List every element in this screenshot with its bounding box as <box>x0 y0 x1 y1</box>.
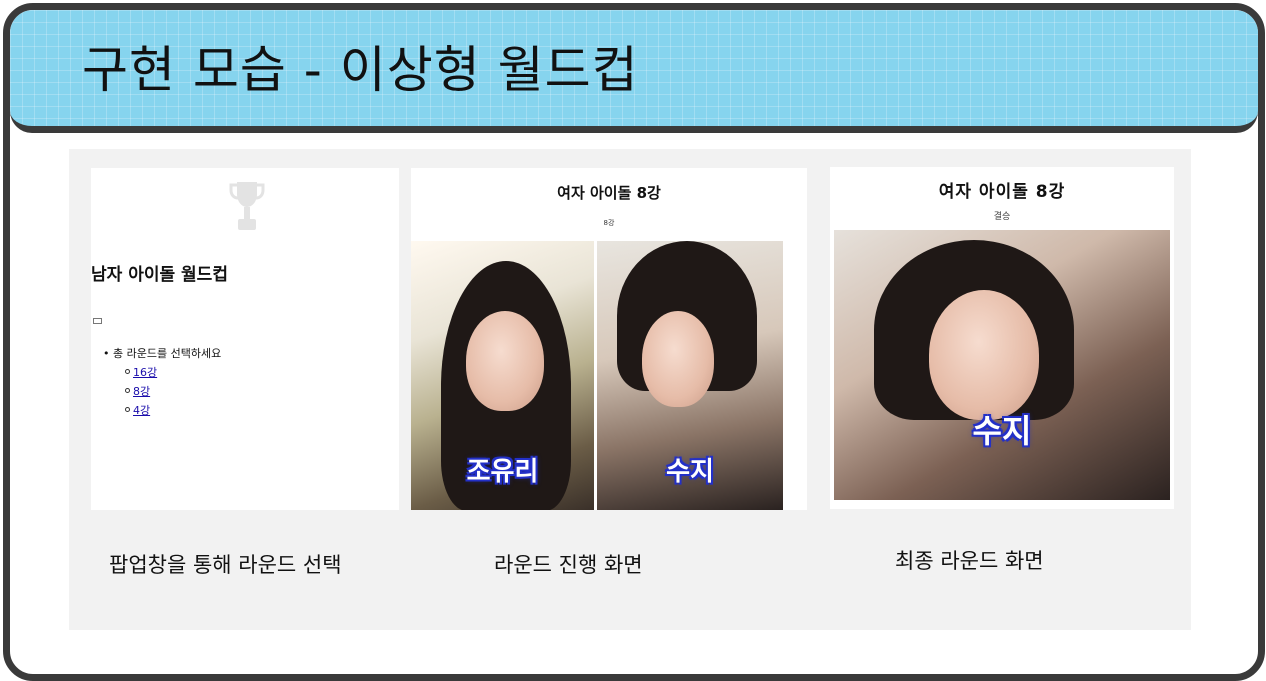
candidate-left-name: 조유리 <box>466 457 539 487</box>
round-progress-screenshot: 여자 아이돌 8강 8강 조유리 수지 <box>411 168 807 510</box>
round-link-16[interactable]: 16강 <box>133 366 157 379</box>
title-banner: 구현 모습 - 이상형 월드컵 <box>10 10 1258 133</box>
round-option-8: 8강 <box>103 382 221 401</box>
candidate-left-photo[interactable]: 조유리 <box>411 241 594 510</box>
slide-title: 구현 모습 - 이상형 월드컵 <box>82 41 639 99</box>
round-option-list: 총 라운드를 선택하세요 16강 8강 4강 <box>103 344 221 420</box>
winner-name: 수지 <box>972 412 1032 450</box>
winner-photo: 수지 <box>834 230 1170 500</box>
round-link-8[interactable]: 8강 <box>133 385 150 398</box>
worldcup-title: 남자 아이돌 월드컵 <box>91 265 228 285</box>
candidate-right-photo[interactable]: 수지 <box>597 241 783 510</box>
final-round-screenshot: 여자 아이돌 8강 결승 수지 <box>830 167 1174 509</box>
caption-round-select: 팝업창을 통해 라운드 선택 <box>109 553 342 577</box>
round-link-4[interactable]: 4강 <box>133 404 150 417</box>
collapse-toggle[interactable] <box>93 318 102 324</box>
round-prompt: 총 라운드를 선택하세요 <box>103 344 221 363</box>
round-subtitle: 8강 <box>603 219 615 227</box>
screenshots-panel: 남자 아이돌 월드컵 총 라운드를 선택하세요 16강 8강 4강 여자 아이돌… <box>69 149 1191 630</box>
round-option-16: 16강 <box>103 363 221 382</box>
round-title: 여자 아이돌 8강 <box>557 184 661 202</box>
round-option-4: 4강 <box>103 401 221 420</box>
round-select-screenshot: 남자 아이돌 월드컵 총 라운드를 선택하세요 16강 8강 4강 <box>91 168 399 510</box>
candidate-right-name: 수지 <box>666 457 714 487</box>
final-subtitle: 결승 <box>993 212 1011 222</box>
trophy-icon <box>229 182 265 230</box>
caption-round-progress: 라운드 진행 화면 <box>494 553 643 577</box>
final-title: 여자 아이돌 8강 <box>938 182 1066 202</box>
slide-frame: 구현 모습 - 이상형 월드컵 남자 아이돌 월드컵 총 라운드를 선택하세요 … <box>3 3 1265 681</box>
caption-final-round: 최종 라운드 화면 <box>895 549 1044 573</box>
